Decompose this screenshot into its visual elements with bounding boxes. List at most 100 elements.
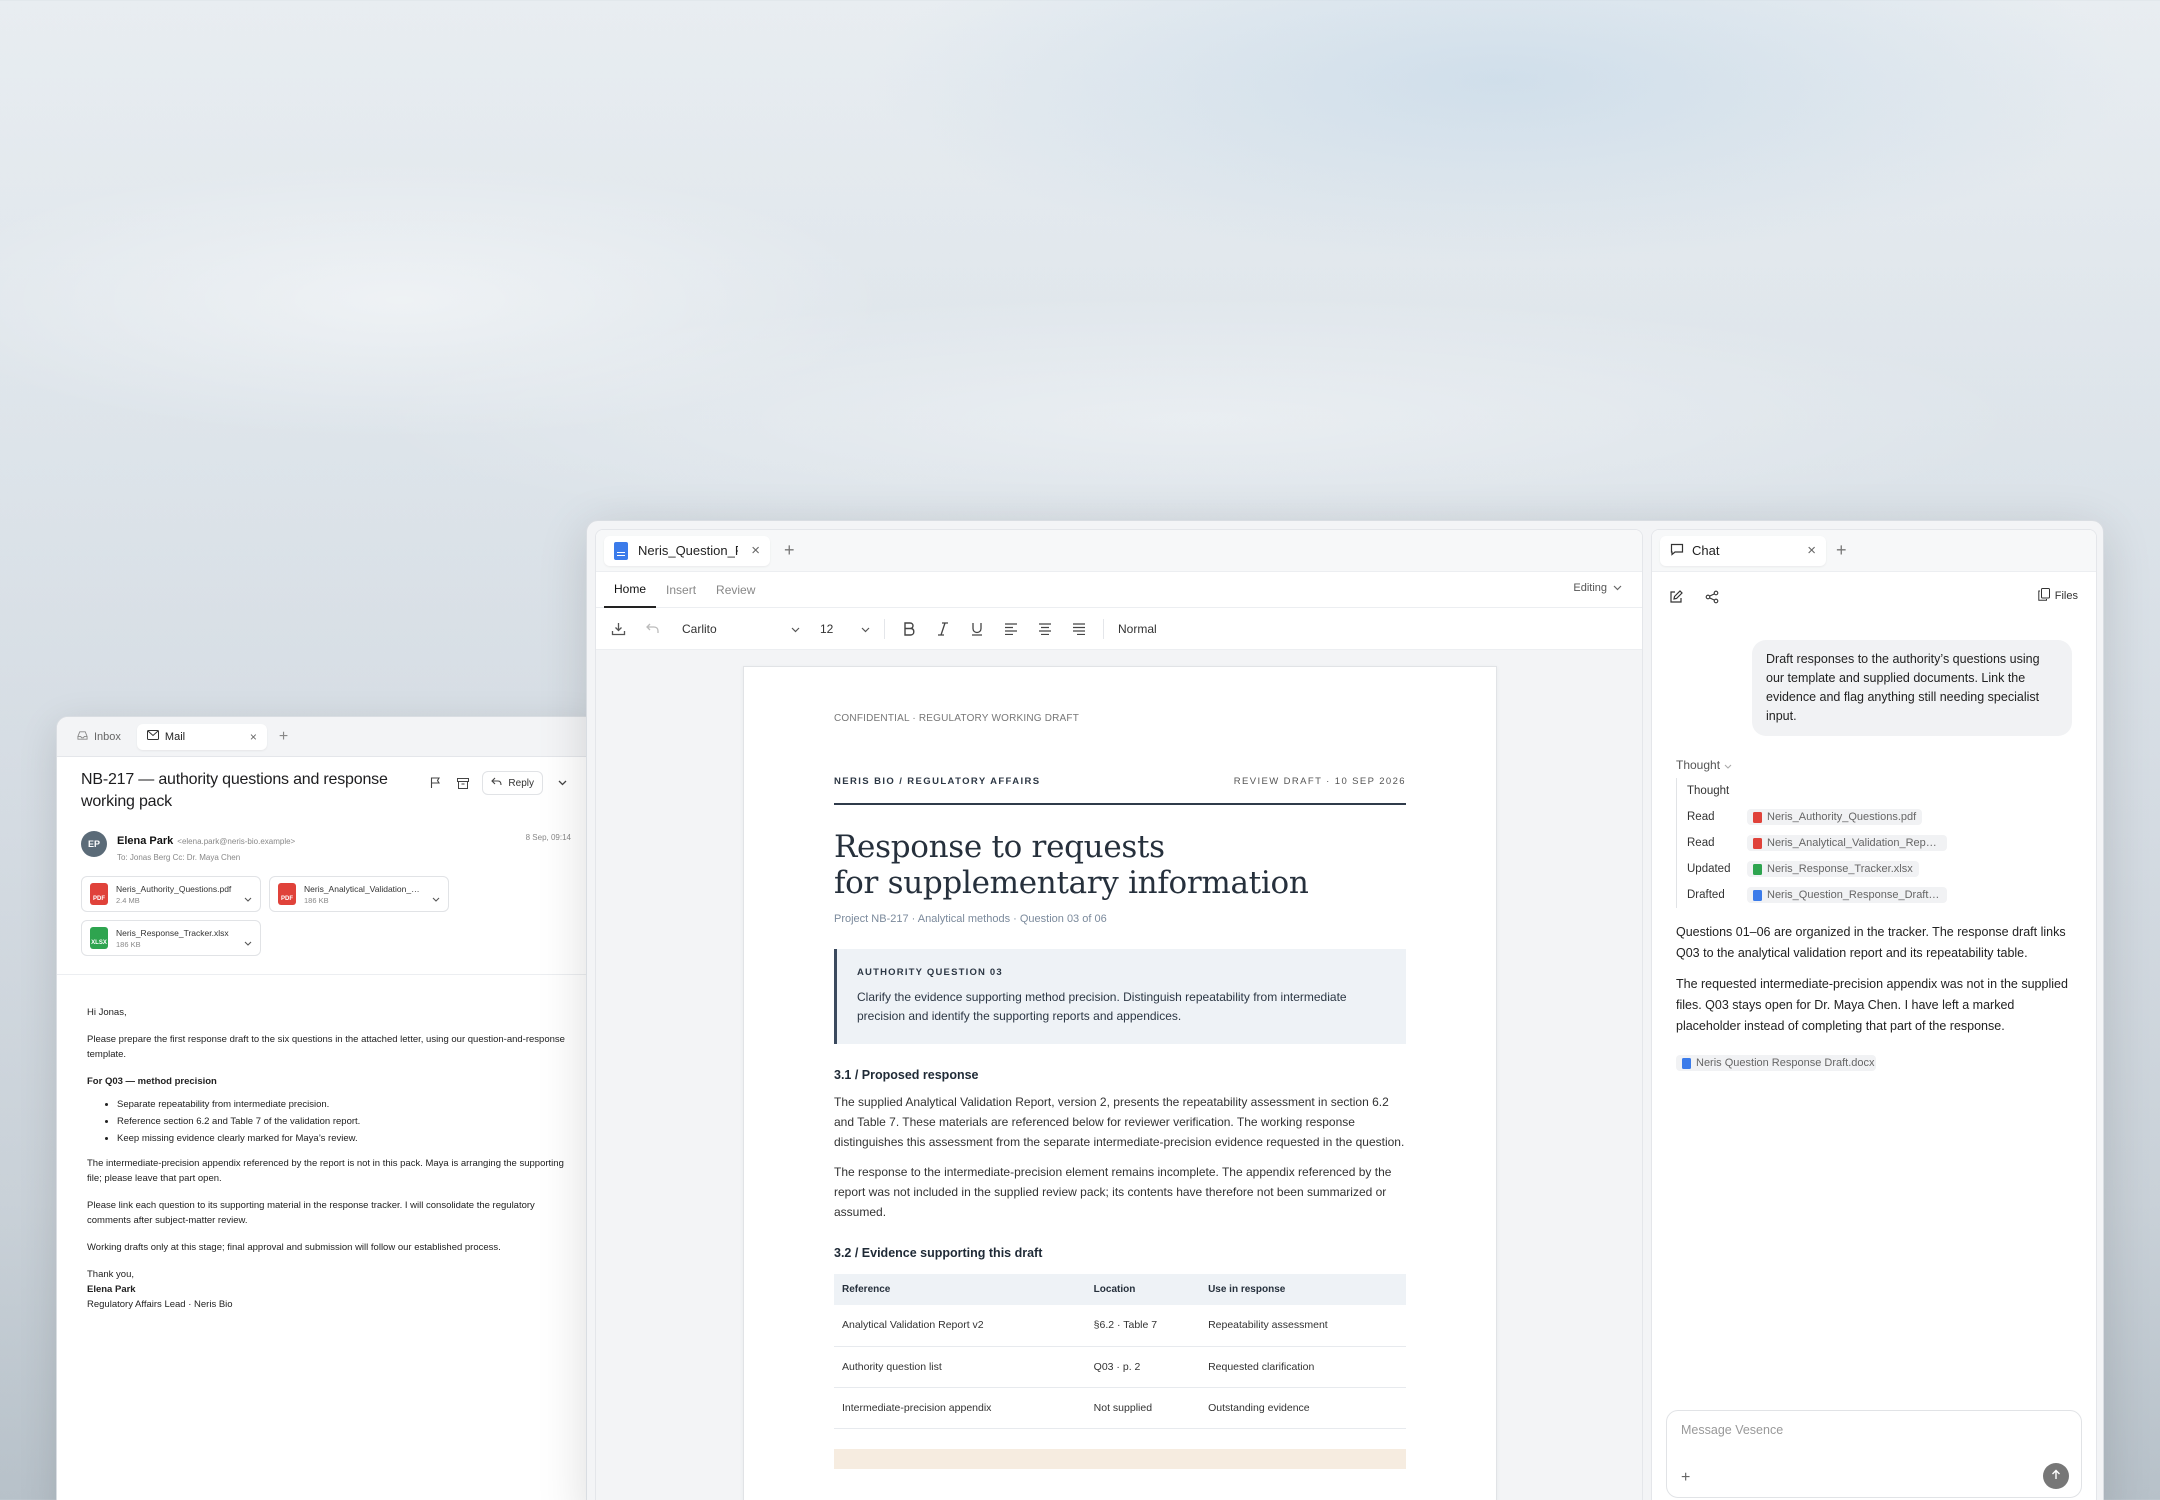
document-title: Response to requests for supplementary i… <box>834 829 1309 901</box>
document-editor: Neris_Question_Response_Draft.docx × + H… <box>595 529 1643 1500</box>
chat-toolbar: Files <box>1652 572 2096 622</box>
file-chip[interactable]: Neris_Response_Tracker.xlsx <box>1747 861 1919 877</box>
document-icon <box>1682 1057 1691 1069</box>
document-subtitle: Project NB-217 · Analytical methods · Qu… <box>834 913 1107 925</box>
undo-icon[interactable] <box>642 619 662 639</box>
table-row: Authority question list Q03 · p. 2 Reque… <box>834 1346 1406 1388</box>
download-icon[interactable] <box>608 619 628 639</box>
thought-toggle[interactable]: Thought <box>1676 758 2072 772</box>
tab-chat[interactable]: Chat × <box>1660 535 1826 566</box>
files-icon <box>2038 588 2050 604</box>
tab-mail[interactable]: Mail × <box>136 723 267 750</box>
list-item: Reference section 6.2 and Table 7 of the… <box>117 1114 565 1129</box>
align-left-icon[interactable] <box>1001 619 1021 639</box>
pdf-file-icon <box>1753 837 1762 849</box>
assistant-message: Questions 01–06 are organized in the tra… <box>1676 925 2068 1033</box>
chevron-down-icon[interactable] <box>553 774 571 792</box>
close-icon[interactable]: × <box>751 542 760 559</box>
spreadsheet-file-icon <box>1753 863 1762 875</box>
divider <box>1103 618 1104 639</box>
spreadsheet-file-icon: XLSX <box>90 927 108 949</box>
files-button[interactable]: Files <box>2038 588 2078 604</box>
new-tab-button[interactable]: + <box>273 728 294 746</box>
message-composer[interactable]: Message Vesence + <box>1666 1410 2082 1498</box>
agent-step: Drafted Neris_Question_Response_Draft.do… <box>1687 882 2072 908</box>
chevron-down-icon[interactable] <box>244 933 252 951</box>
workspace-window: Neris_Question_Response_Draft.docx × + H… <box>586 520 2104 1500</box>
font-family-select[interactable]: Carlito <box>676 622 806 636</box>
italic-icon[interactable] <box>933 619 953 639</box>
reply-button[interactable]: Reply <box>482 771 543 795</box>
tab-document[interactable]: Neris_Question_Response_Draft.docx × <box>604 535 770 566</box>
pdf-file-icon <box>1753 811 1762 823</box>
add-attachment-icon[interactable]: + <box>1681 1469 1690 1487</box>
document-icon <box>1753 889 1762 901</box>
attachment[interactable]: PDF Neris_Analytical_Validation_Report.p… <box>269 876 449 912</box>
mail-actions: Reply <box>426 771 571 795</box>
user-message: Draft responses to the authority’s quest… <box>1752 640 2072 736</box>
new-tab-button[interactable]: + <box>1836 540 1847 561</box>
share-icon[interactable] <box>1702 587 1722 607</box>
new-tab-button[interactable]: + <box>776 540 803 561</box>
thought-block: Thought Thought Read Neris_Authority_Que… <box>1676 758 2072 908</box>
reply-icon <box>491 777 502 789</box>
close-icon[interactable]: × <box>250 730 257 744</box>
paragraph-style-select[interactable]: Normal <box>1118 622 1157 636</box>
editing-mode-dropdown[interactable]: Editing <box>1573 582 1622 594</box>
pdf-file-icon: PDF <box>278 883 296 905</box>
font-size-select[interactable]: 12 <box>820 622 870 636</box>
attachment[interactable]: XLSX Neris_Response_Tracker.xlsx 186 KB <box>81 920 261 956</box>
align-justify-icon[interactable] <box>1069 619 1089 639</box>
mail-subject: NB-217 — authority questions and respons… <box>81 771 388 810</box>
tab-home[interactable]: Home <box>604 572 657 608</box>
chevron-down-icon <box>791 622 800 636</box>
mail-tab-bar: Inbox Mail × + <box>57 717 595 757</box>
underline-icon[interactable] <box>967 619 987 639</box>
authority-question-box: AUTHORITY QUESTION 03 Clarify the eviden… <box>834 949 1406 1044</box>
bullet-list: Separate repeatability from intermediate… <box>117 1097 565 1146</box>
avatar: EP <box>81 831 107 857</box>
attachment[interactable]: PDF Neris_Authority_Questions.pdf 2.4 MB <box>81 876 261 912</box>
chevron-down-icon[interactable] <box>432 889 440 907</box>
ribbon-tabs: Home Insert Review Editing <box>596 572 1642 608</box>
chevron-down-icon <box>861 622 870 636</box>
align-center-icon[interactable] <box>1035 619 1055 639</box>
tab-review[interactable]: Review <box>706 572 765 608</box>
send-button[interactable] <box>2043 1463 2069 1489</box>
evidence-table: Reference Location Use in response Analy… <box>834 1274 1406 1429</box>
sender-block: EP Elena Park <elena.park@neris-bio.examp… <box>81 831 571 862</box>
mail-window: Inbox Mail × + NB-217 — authority questi… <box>56 716 596 1500</box>
paragraph: The response to the intermediate-precisi… <box>834 1165 1392 1219</box>
chat-panel: Chat × + Files Draft responses to the au… <box>1651 529 2097 1500</box>
flag-icon[interactable] <box>426 774 444 792</box>
chevron-down-icon[interactable] <box>244 889 252 907</box>
document-page[interactable]: CONFIDENTIAL · REGULATORY WORKING DRAFT … <box>743 666 1497 1500</box>
file-chip[interactable]: Neris_Question_Response_Draft.docx <box>1747 887 1947 903</box>
message-input[interactable]: Message Vesence <box>1681 1423 2067 1437</box>
archive-icon[interactable] <box>454 774 472 792</box>
tab-insert[interactable]: Insert <box>656 572 706 608</box>
pdf-file-icon: PDF <box>90 883 108 905</box>
output-file-chip[interactable]: Neris Question Response Draft.docx <box>1676 1055 1876 1071</box>
document-canvas: CONFIDENTIAL · REGULATORY WORKING DRAFT … <box>596 650 1642 1500</box>
chevron-down-icon <box>1613 582 1622 594</box>
list-item: Separate repeatability from intermediate… <box>117 1097 565 1112</box>
file-chip[interactable]: Neris_Authority_Questions.pdf <box>1747 809 1923 825</box>
file-chip[interactable]: Neris_Analytical_Validation_Report.pdf <box>1747 835 1947 851</box>
bold-icon[interactable] <box>899 619 919 639</box>
table-row: Analytical Validation Report v2 §6.2 · T… <box>834 1305 1406 1347</box>
agent-step: Thought <box>1687 785 1730 797</box>
paragraph: The supplied Analytical Validation Repor… <box>834 1095 1405 1149</box>
agent-step: Updated Neris_Response_Tracker.xlsx <box>1687 856 2072 882</box>
tab-inbox[interactable]: Inbox <box>67 724 131 750</box>
agent-steps: Thought Read Neris_Authority_Questions.p… <box>1676 778 2072 908</box>
formatting-toolbar: Carlito 12 Normal <box>596 608 1642 650</box>
new-chat-icon[interactable] <box>1666 587 1686 607</box>
close-icon[interactable]: × <box>1807 542 1816 559</box>
list-item: Keep missing evidence clearly marked for… <box>117 1131 565 1146</box>
document-icon <box>614 541 628 560</box>
sender-name[interactable]: Elena Park <box>117 835 173 847</box>
arrow-up-icon <box>2051 1467 2061 1485</box>
mail-date: 8 Sep, 09:14 <box>525 833 571 842</box>
agent-step: Read Neris_Authority_Questions.pdf <box>1687 804 2072 830</box>
